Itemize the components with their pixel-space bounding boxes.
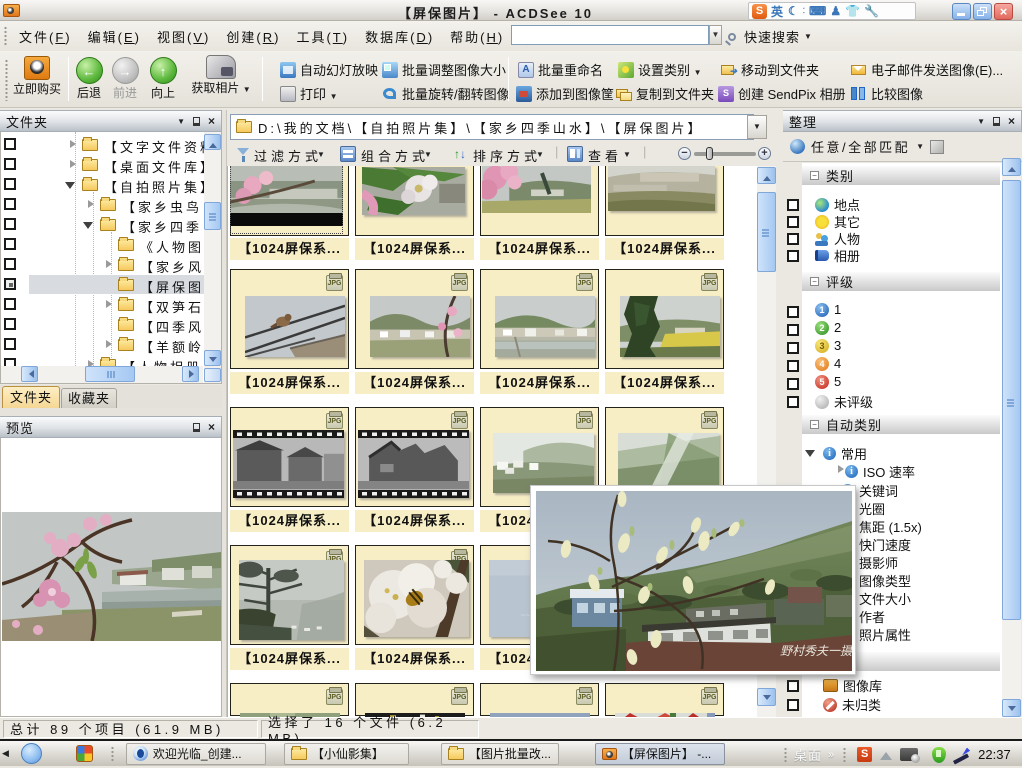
svg-text:野村秀夫一摄: 野村秀夫一摄 <box>780 644 852 658</box>
